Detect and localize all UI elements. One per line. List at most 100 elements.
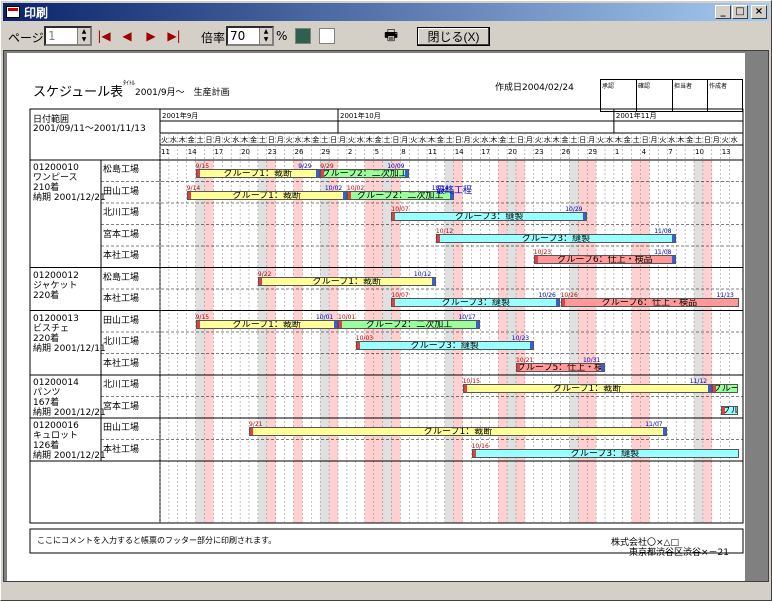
weekday-label: 月	[713, 136, 720, 144]
day-column-shade	[587, 160, 597, 523]
start-marker	[196, 170, 200, 177]
page-spin-arrows[interactable]: ▲ ▼	[77, 28, 90, 44]
date-label: 1	[615, 148, 619, 156]
weekday-label: 日	[642, 136, 649, 144]
weekday-label: 土	[508, 135, 515, 144]
schedule-bar[interactable]: グループ5：仕上・検品	[516, 362, 605, 372]
start-marker	[472, 449, 476, 457]
product-qty: 220着	[33, 333, 60, 344]
schedule-bar[interactable]: グループ2：二次加工	[320, 169, 410, 178]
zoom-spinner[interactable]: 70 ▲ ▼	[226, 26, 274, 46]
start-marker	[339, 320, 342, 328]
product-due: 納期 2001/12/21	[33, 193, 106, 203]
start-marker	[187, 191, 191, 199]
weekday-label: 土	[321, 135, 328, 144]
day-column-shade	[694, 160, 703, 523]
weekday-label: 月	[651, 136, 658, 144]
schedule-bar[interactable]: グループ3：縫製	[435, 233, 677, 243]
first-page-icon[interactable]: |◀	[97, 29, 111, 43]
schedule-bar[interactable]: グループ6：仕上・検品	[533, 255, 677, 264]
weekday-label: 水	[295, 135, 302, 144]
product-name: パンツ	[33, 388, 61, 398]
start-marker	[258, 277, 262, 285]
page-value: 1	[48, 29, 56, 43]
date-label: 17	[481, 148, 490, 156]
end-date-label: 9/29	[298, 163, 312, 170]
factory-name: 本社工場	[103, 251, 140, 261]
weekday-label: 火	[597, 136, 604, 144]
weekday-label: 日	[704, 136, 711, 144]
footer-comment: ここにコメントを入力すると帳票のフッター部分に印刷されます。	[37, 536, 277, 545]
close-window-button[interactable]: ×	[751, 5, 767, 19]
factory-name: 松島工場	[103, 272, 140, 283]
schedule-bar[interactable]: グループ3：縫製	[391, 212, 588, 221]
schedule-bar[interactable]: グループ1：裁断	[249, 427, 668, 436]
start-date-label: 10/07	[391, 206, 409, 213]
printer-icon[interactable]: 🖶	[384, 28, 400, 44]
last-page-icon[interactable]: ▶|	[167, 29, 181, 43]
one-page-view-icon[interactable]	[295, 28, 311, 44]
minimize-button[interactable]: _	[715, 5, 731, 19]
schedule-bar[interactable]: グループ2：二次加工	[338, 319, 481, 329]
bar-label: グループ1：裁断	[232, 319, 301, 329]
maximize-button[interactable]: □	[732, 5, 748, 19]
start-marker	[534, 256, 538, 263]
product-code: 01200013	[33, 313, 79, 324]
end-date-label: 10/09	[387, 163, 405, 170]
zoom-spin-arrows[interactable]: ▲ ▼	[259, 28, 272, 44]
start-marker	[392, 213, 396, 220]
schedule-bar[interactable]: グループ3：縫製	[391, 298, 561, 307]
schedule-bar[interactable]: グループ2	[711, 384, 739, 393]
schedule-bar[interactable]: グループ1：裁断	[195, 169, 321, 178]
weekday-label: 水	[481, 135, 488, 144]
close-button[interactable]: 閉じる(X)	[417, 27, 490, 46]
end-date-label: 10/17	[458, 313, 476, 321]
preview-area[interactable]: スケジュール表 ﾀｲﾄﾙ 2001/9月～ 生産計画 作成日2004/02/24…	[3, 50, 769, 582]
factory-name: 本社工場	[103, 444, 140, 455]
next-page-icon[interactable]: ▶	[144, 29, 158, 43]
prev-page-icon[interactable]: ◀	[120, 29, 134, 43]
weekday-label: 火	[535, 136, 542, 144]
schedule-bar[interactable]: グループ3	[720, 405, 739, 415]
weekday-label: 土	[384, 135, 391, 144]
date-label: 23	[268, 148, 277, 156]
end-date-label: 11/13	[716, 292, 734, 299]
weekday-label: 月	[277, 136, 284, 144]
date-label: 10	[695, 148, 704, 156]
weekday-label: 日	[330, 136, 337, 144]
date-label: 11	[161, 148, 170, 156]
schedule-bar[interactable]: グループ1：裁断	[462, 384, 712, 393]
start-date-label: 10/16	[471, 442, 489, 450]
weekday-label: 火	[659, 136, 666, 144]
start-marker	[721, 406, 725, 414]
factory-name: 田山工場	[103, 423, 140, 433]
product-qty: 220着	[33, 290, 60, 301]
weekday-label: 土	[695, 135, 702, 144]
product-info: 01200013 ビスチェ 220着 納期 2001/12/11	[33, 314, 106, 354]
weekday-label: 火	[286, 136, 293, 144]
list-view-icon[interactable]	[319, 28, 335, 44]
bar-label: グループ1：裁断	[223, 169, 292, 178]
schedule-bar[interactable]: グループ1：裁断	[257, 276, 436, 286]
schedule-bar[interactable]: グループ3：縫製	[471, 448, 739, 458]
date-label: 20	[508, 148, 517, 156]
date-label: 17	[214, 148, 223, 156]
product-info: 01200012 ジャケット 220着	[33, 271, 79, 301]
start-date-label: 10/21	[516, 356, 534, 364]
day-column-shade	[266, 160, 276, 523]
weekday-label: 水	[419, 135, 426, 144]
start-marker	[561, 299, 565, 306]
end-date-label: 10/31	[583, 356, 601, 364]
weekday-label: 火	[410, 136, 417, 144]
schedule-bar[interactable]: グループ1：裁断	[186, 190, 347, 200]
zoom-unit: %	[276, 29, 288, 43]
weekday-label: 日	[392, 136, 399, 144]
page-spinner[interactable]: 1 ▲ ▼	[44, 26, 92, 46]
weekday-label: 水	[731, 135, 738, 144]
schedule-bar[interactable]: グループ3：縫製	[355, 341, 534, 350]
weekday-label: 日	[268, 136, 275, 144]
schedule-bar[interactable]: グループ6：仕上・検品	[560, 298, 739, 307]
weekday-label: 水	[606, 135, 613, 144]
schedule-bar[interactable]: グループ1：裁断	[195, 319, 338, 329]
weekday-label: 日	[455, 136, 462, 144]
